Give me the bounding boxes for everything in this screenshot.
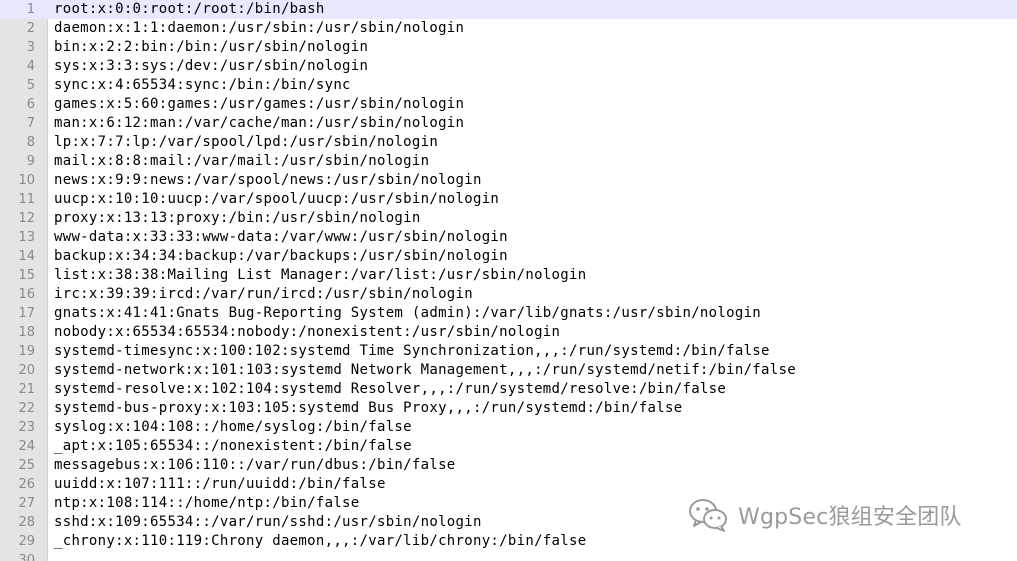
line-text[interactable]: backup:x:34:34:backup:/var/backups:/usr/… bbox=[54, 247, 508, 266]
editor-lines[interactable]: 1 root:x:0:0:root:/root:/bin/bash 2 daemon:… bbox=[0, 0, 1017, 561]
editor-line[interactable]: 9 mail:x:8:8:mail:/var/mail:/usr/sbin/nol… bbox=[0, 152, 1017, 171]
line-number: 11 bbox=[18, 192, 35, 207]
line-text[interactable]: root:x:0:0:root:/root:/bin/bash bbox=[54, 0, 325, 19]
line-text[interactable]: news:x:9:9:news:/var/spool/news:/usr/sbi… bbox=[54, 171, 482, 190]
line-number: 12 bbox=[18, 211, 35, 226]
editor-line[interactable]: 7 man:x:6:12:man:/var/cache/man:/usr/sbin… bbox=[0, 114, 1017, 133]
line-number: 22 bbox=[18, 401, 35, 416]
editor-line[interactable]: 26 uuidd:x:107:111::/run/uuidd:/bin/false bbox=[0, 475, 1017, 494]
line-text[interactable]: sync:x:4:65534:sync:/bin:/bin/sync bbox=[54, 76, 351, 95]
editor-line[interactable]: 19 systemd-timesync:x:100:102:systemd Tim… bbox=[0, 342, 1017, 361]
line-number: 18 bbox=[18, 325, 35, 340]
line-number: 5 bbox=[26, 78, 35, 93]
line-text[interactable]: bin:x:2:2:bin:/bin:/usr/sbin/nologin bbox=[54, 38, 368, 57]
line-number: 1 bbox=[26, 2, 35, 17]
editor-line[interactable]: 4 sys:x:3:3:sys:/dev:/usr/sbin/nologin bbox=[0, 57, 1017, 76]
line-number: 25 bbox=[18, 458, 35, 473]
editor-line[interactable]: 15 list:x:38:38:Mailing List Manager:/var… bbox=[0, 266, 1017, 285]
line-number: 26 bbox=[18, 477, 35, 492]
line-number: 4 bbox=[26, 59, 35, 74]
line-number: 3 bbox=[26, 40, 35, 55]
line-text[interactable]: mail:x:8:8:mail:/var/mail:/usr/sbin/nolo… bbox=[54, 152, 429, 171]
line-text[interactable]: www-data:x:33:33:www-data:/var/www:/usr/… bbox=[54, 228, 508, 247]
wechat-icon bbox=[689, 499, 727, 532]
line-number: 7 bbox=[26, 116, 35, 131]
editor-line[interactable]: 14 backup:x:34:34:backup:/var/backups:/us… bbox=[0, 247, 1017, 266]
line-number: 14 bbox=[18, 249, 35, 264]
editor-line[interactable]: 1 root:x:0:0:root:/root:/bin/bash bbox=[0, 0, 1017, 19]
line-text[interactable]: ntp:x:108:114::/home/ntp:/bin/false bbox=[54, 494, 360, 513]
line-number: 6 bbox=[26, 97, 35, 112]
editor-line[interactable]: 21 systemd-resolve:x:102:104:systemd Reso… bbox=[0, 380, 1017, 399]
line-number: 13 bbox=[18, 230, 35, 245]
line-number: 8 bbox=[26, 135, 35, 150]
line-text[interactable]: syslog:x:104:108::/home/syslog:/bin/fals… bbox=[54, 418, 412, 437]
editor-line[interactable]: 11 uucp:x:10:10:uucp:/var/spool/uucp:/usr… bbox=[0, 190, 1017, 209]
line-number: 23 bbox=[18, 420, 35, 435]
line-number: 21 bbox=[18, 382, 35, 397]
line-text[interactable]: list:x:38:38:Mailing List Manager:/var/l… bbox=[54, 266, 586, 285]
line-number: 15 bbox=[18, 268, 35, 283]
line-number: 17 bbox=[18, 306, 35, 321]
editor-line[interactable]: 12 proxy:x:13:13:proxy:/bin:/usr/sbin/nol… bbox=[0, 209, 1017, 228]
editor-line[interactable]: 24 _apt:x:105:65534::/nonexistent:/bin/fa… bbox=[0, 437, 1017, 456]
line-text[interactable]: sys:x:3:3:sys:/dev:/usr/sbin/nologin bbox=[54, 57, 368, 76]
line-number: 10 bbox=[18, 173, 35, 188]
line-number: 2 bbox=[26, 21, 35, 36]
line-number: 27 bbox=[18, 496, 35, 511]
watermark-text: WgpSec狼组安全团队 bbox=[738, 505, 962, 530]
watermark: WgpSec狼组安全团队 bbox=[688, 497, 962, 533]
editor-line[interactable]: 3 bin:x:2:2:bin:/bin:/usr/sbin/nologin bbox=[0, 38, 1017, 57]
line-text[interactable]: messagebus:x:106:110::/var/run/dbus:/bin… bbox=[54, 456, 456, 475]
line-text[interactable]: games:x:5:60:games:/usr/games:/usr/sbin/… bbox=[54, 95, 464, 114]
line-text[interactable]: proxy:x:13:13:proxy:/bin:/usr/sbin/nolog… bbox=[54, 209, 421, 228]
line-text[interactable]: gnats:x:41:41:Gnats Bug-Reporting System… bbox=[54, 304, 761, 323]
line-number: 19 bbox=[18, 344, 35, 359]
editor-line[interactable]: 29 _chrony:x:110:119:Chrony daemon,,,:/va… bbox=[0, 532, 1017, 551]
editor-line[interactable]: 6 games:x:5:60:games:/usr/games:/usr/sbin… bbox=[0, 95, 1017, 114]
line-text[interactable]: nobody:x:65534:65534:nobody:/nonexistent… bbox=[54, 323, 560, 342]
line-text[interactable]: lp:x:7:7:lp:/var/spool/lpd:/usr/sbin/nol… bbox=[54, 133, 438, 152]
editor-line[interactable]: 25 messagebus:x:106:110::/var/run/dbus:/b… bbox=[0, 456, 1017, 475]
line-number: 28 bbox=[18, 515, 35, 530]
line-text[interactable]: systemd-resolve:x:102:104:systemd Resolv… bbox=[54, 380, 726, 399]
line-text[interactable]: systemd-timesync:x:100:102:systemd Time … bbox=[54, 342, 770, 361]
editor-line[interactable]: 18 nobody:x:65534:65534:nobody:/nonexiste… bbox=[0, 323, 1017, 342]
line-text[interactable]: _chrony:x:110:119:Chrony daemon,,,:/var/… bbox=[54, 532, 586, 551]
line-text[interactable]: systemd-network:x:101:103:systemd Networ… bbox=[54, 361, 796, 380]
line-text[interactable]: uucp:x:10:10:uucp:/var/spool/uucp:/usr/s… bbox=[54, 190, 499, 209]
editor-line[interactable]: 13 www-data:x:33:33:www-data:/var/www:/us… bbox=[0, 228, 1017, 247]
editor-line[interactable]: 17 gnats:x:41:41:Gnats Bug-Reporting Syst… bbox=[0, 304, 1017, 323]
line-number: 20 bbox=[18, 363, 35, 378]
editor-line[interactable]: 23 syslog:x:104:108::/home/syslog:/bin/fa… bbox=[0, 418, 1017, 437]
line-number: 30 bbox=[18, 553, 35, 561]
line-text[interactable]: man:x:6:12:man:/var/cache/man:/usr/sbin/… bbox=[54, 114, 464, 133]
line-text[interactable]: sshd:x:109:65534::/var/run/sshd:/usr/sbi… bbox=[54, 513, 482, 532]
line-number: 16 bbox=[18, 287, 35, 302]
editor-line[interactable]: 30 bbox=[0, 551, 1017, 561]
editor-line[interactable]: 8 lp:x:7:7:lp:/var/spool/lpd:/usr/sbin/no… bbox=[0, 133, 1017, 152]
editor-line[interactable]: 16 irc:x:39:39:ircd:/var/run/ircd:/usr/sb… bbox=[0, 285, 1017, 304]
editor-line[interactable]: 2 daemon:x:1:1:daemon:/usr/sbin:/usr/sbin… bbox=[0, 19, 1017, 38]
line-text[interactable]: systemd-bus-proxy:x:103:105:systemd Bus … bbox=[54, 399, 682, 418]
line-text[interactable]: irc:x:39:39:ircd:/var/run/ircd:/usr/sbin… bbox=[54, 285, 473, 304]
editor-line[interactable]: 22 systemd-bus-proxy:x:103:105:systemd Bu… bbox=[0, 399, 1017, 418]
line-number: 24 bbox=[18, 439, 35, 454]
line-text[interactable]: daemon:x:1:1:daemon:/usr/sbin:/usr/sbin/… bbox=[54, 19, 464, 38]
editor-line[interactable]: 5 sync:x:4:65534:sync:/bin:/bin/sync bbox=[0, 76, 1017, 95]
line-text[interactable]: _apt:x:105:65534::/nonexistent:/bin/fals… bbox=[54, 437, 412, 456]
text-editor[interactable]: 1 root:x:0:0:root:/root:/bin/bash 2 daemon:… bbox=[0, 0, 1017, 561]
line-text[interactable]: uuidd:x:107:111::/run/uuidd:/bin/false bbox=[54, 475, 386, 494]
line-number: 29 bbox=[18, 534, 35, 549]
line-number: 9 bbox=[26, 154, 35, 169]
editor-line[interactable]: 10 news:x:9:9:news:/var/spool/news:/usr/s… bbox=[0, 171, 1017, 190]
editor-line[interactable]: 20 systemd-network:x:101:103:systemd Netw… bbox=[0, 361, 1017, 380]
